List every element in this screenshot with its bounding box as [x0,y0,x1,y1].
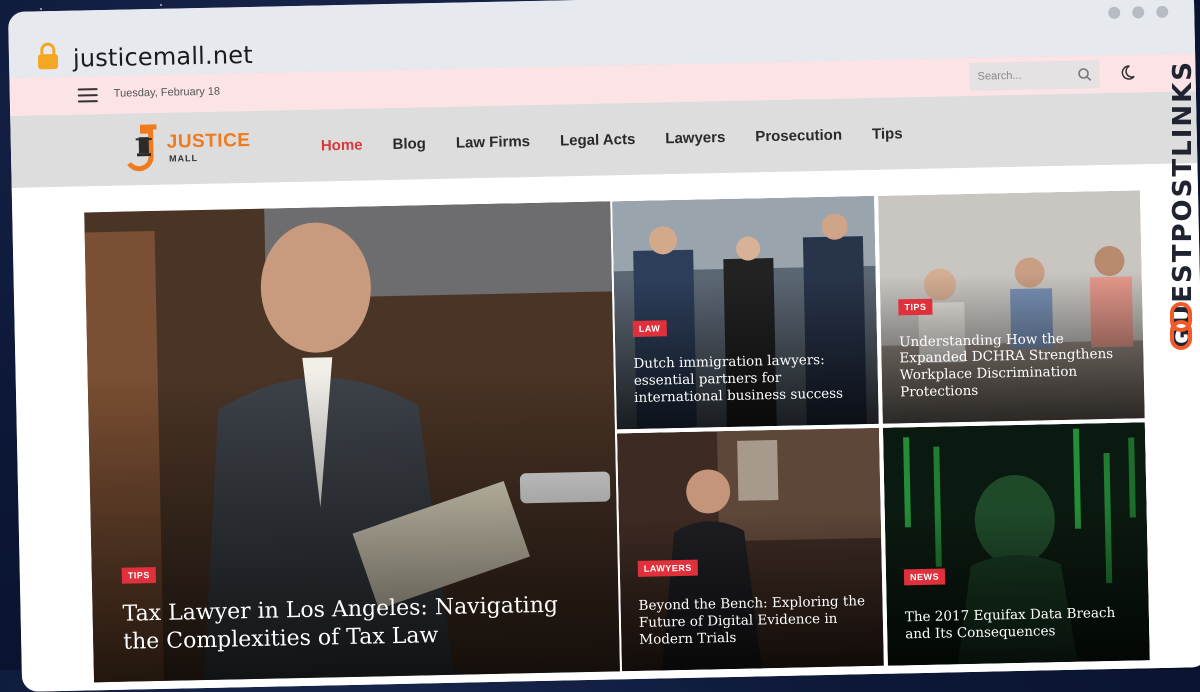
search-box [969,60,1100,91]
post-title[interactable]: Tax Lawyer in Los Angeles: Navigating th… [122,592,563,656]
window-dot[interactable] [1156,6,1168,18]
logo-emblem-icon [126,123,171,176]
window-dot[interactable] [1132,6,1144,18]
post-card[interactable]: NEWS The 2017 Equifax Data Breach and It… [883,422,1150,665]
logo-title: JUSTICE [167,130,251,154]
lock-icon [37,42,60,70]
post-card[interactable]: TIPS Understanding How the Expanded DCHR… [878,190,1145,423]
post-title[interactable]: The 2017 Equifax Data Breach and Its Con… [905,605,1136,644]
category-badge[interactable]: TIPS [122,567,156,584]
window-dot[interactable] [1108,7,1120,19]
nav-item-home[interactable]: Home [321,137,363,155]
nav-item-legal-acts[interactable]: Legal Acts [560,131,636,150]
hero-post-card[interactable]: TIPS Tax Lawyer in Los Angeles: Navigati… [84,201,620,682]
site-logo[interactable]: JUSTICE MALL [126,121,247,176]
nav-item-blog[interactable]: Blog [392,135,426,153]
hamburger-menu-icon[interactable] [78,88,98,102]
chain-link-icon [1168,300,1194,352]
post-card[interactable]: LAW Dutch immigration lawyers: essential… [612,196,879,429]
url-text[interactable]: justicemall.net [73,41,253,73]
post-title[interactable]: Beyond the Bench: Exploring the Future o… [638,593,869,648]
star [40,8,42,10]
post-title[interactable]: Understanding How the Expanded DCHRA Str… [899,329,1130,401]
nav-item-lawyers[interactable]: Lawyers [665,129,725,147]
search-icon[interactable] [1077,67,1091,81]
post-title[interactable]: Dutch immigration lawyers: essential par… [633,352,864,407]
category-badge[interactable]: LAWYERS [638,560,698,577]
window-controls [1108,6,1168,19]
current-date: Tuesday, February 18 [114,86,221,100]
featured-posts-grid: TIPS Tax Lawyer in Los Angeles: Navigati… [12,163,1200,692]
dark-mode-moon-icon[interactable] [1119,64,1135,80]
category-badge[interactable]: NEWS [904,569,945,586]
star [160,4,162,6]
category-badge[interactable]: LAW [633,320,667,337]
nav-item-law-firms[interactable]: Law Firms [456,133,531,152]
browser-window: justicemall.net Tuesday, February 18 [8,0,1200,692]
logo-subtitle: MALL [169,153,198,164]
nav-item-prosecution[interactable]: Prosecution [755,127,842,146]
nav-item-tips[interactable]: Tips [872,125,903,143]
nav-menu: Home Blog Law Firms Legal Acts Lawyers P… [321,125,903,154]
category-badge[interactable]: TIPS [898,299,932,316]
search-input[interactable] [969,60,1086,90]
post-card[interactable]: LAWYERS Beyond the Bench: Exploring the … [617,428,884,671]
